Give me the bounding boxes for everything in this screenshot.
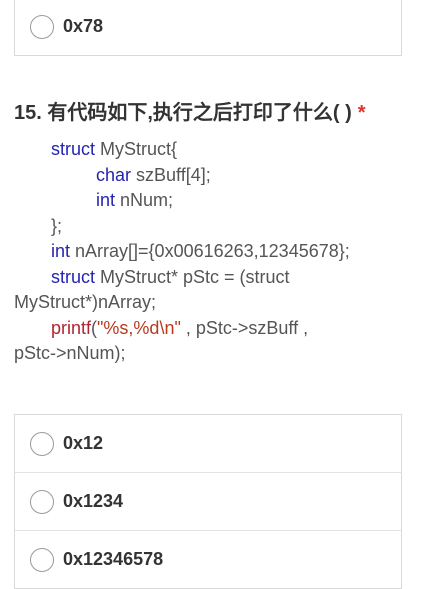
code-keyword: struct — [51, 139, 96, 159]
code-line-4: }; — [14, 214, 410, 240]
code-text: MyStruct{ — [95, 139, 178, 159]
code-line-9: pStc->nNum); — [14, 341, 410, 367]
code-text: MyStruct*)nArray; — [14, 292, 157, 312]
option-c[interactable]: 0x12346578 — [14, 530, 402, 589]
required-mark: * — [357, 102, 366, 124]
code-line-7: MyStruct*)nArray; — [14, 290, 410, 316]
code-keyword: int — [96, 190, 116, 210]
option-label: 0x1234 — [63, 491, 124, 511]
code-line-2: char szBuff[4]; — [14, 163, 410, 189]
code-snippet: struct MyStruct{ char szBuff[4]; int nNu… — [14, 137, 410, 367]
code-keyword: int — [51, 241, 71, 261]
code-text: szBuff[4]; — [131, 164, 211, 185]
code-text: pStc->nNum); — [14, 343, 126, 363]
option-prev-question-last[interactable]: 0x78 — [14, 0, 402, 56]
question-title-text: 15. 有代码如下,执行之后打印了什么( ) — [14, 102, 352, 124]
code-line-1: struct MyStruct{ — [14, 137, 410, 163]
radio-button-icon[interactable] — [30, 14, 54, 39]
option-label: 0x12 — [63, 433, 104, 453]
code-text: }; — [51, 215, 63, 236]
question-title: 15. 有代码如下,执行之后打印了什么( ) * — [14, 96, 366, 125]
code-keyword: char — [96, 164, 132, 185]
code-line-3: int nNum; — [14, 188, 410, 214]
code-function: printf — [51, 317, 92, 338]
code-line-6: struct MyStruct* pStc = (struct — [14, 265, 410, 291]
code-text: nArray[]={0x00616263,12345678}; — [70, 241, 350, 261]
option-label: 0x12346578 — [63, 549, 164, 569]
code-text: MyStruct* pStc = (struct — [95, 266, 290, 287]
code-text: nNum; — [115, 190, 174, 210]
radio-button-icon[interactable] — [30, 431, 54, 456]
option-b[interactable]: 0x1234 — [14, 472, 402, 531]
radio-button-icon[interactable] — [30, 547, 54, 572]
code-line-5: int nArray[]={0x00616263,12345678}; — [14, 239, 410, 265]
option-a[interactable]: 0x12 — [14, 414, 402, 473]
code-line-8: printf("%s,%d\n" , pStc->szBuff , — [14, 316, 410, 342]
code-text: , pStc->szBuff , — [180, 317, 309, 338]
option-label: 0x78 — [63, 16, 104, 36]
code-string: "%s,%d\n" — [97, 317, 181, 338]
radio-button-icon[interactable] — [30, 489, 54, 514]
code-keyword: struct — [51, 266, 96, 287]
